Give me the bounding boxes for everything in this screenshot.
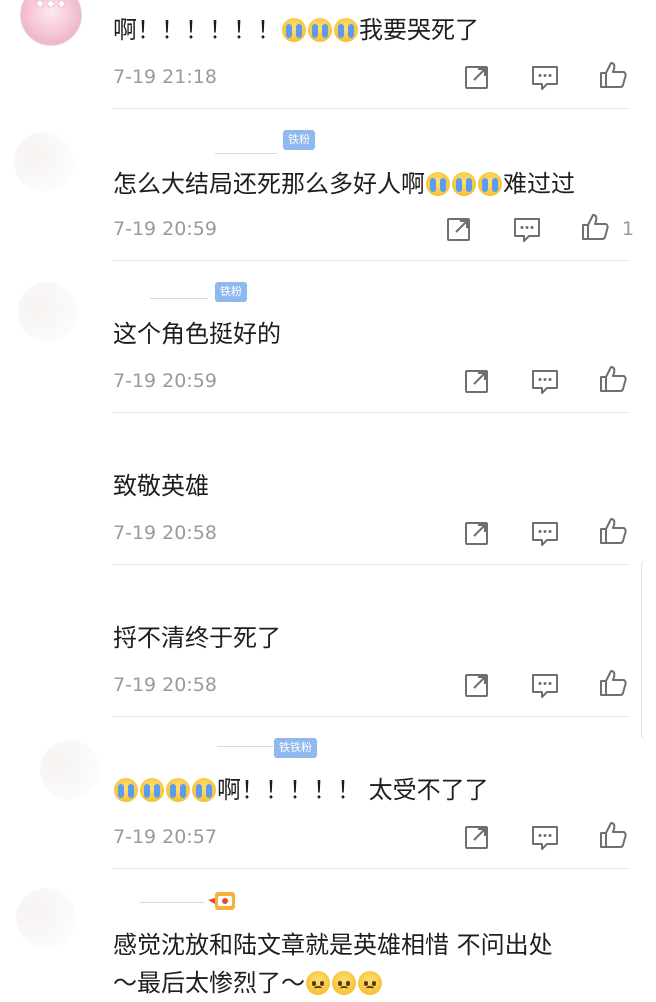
reply-button[interactable] [530,518,560,548]
share-button[interactable] [462,822,492,852]
like-button[interactable] [580,212,610,242]
fan-badge: 铁粉 [215,282,247,302]
comment-text-line: 感觉沈放和陆文章就是英雄相惜 不问出处 [113,931,553,959]
like-button[interactable] [598,820,628,850]
comment-text: 致敬英雄 [113,472,209,500]
fan-badge: 铁铁粉 [274,738,317,758]
like-icon [600,518,627,544]
decoration-sticker-icon [207,888,237,912]
like-icon [600,62,627,88]
share-button[interactable] [444,214,474,244]
scrollbar[interactable] [641,560,656,740]
like-button[interactable] [598,60,628,90]
crying-emoji-icon [426,172,450,196]
share-icon [465,674,488,697]
like-icon [600,670,627,696]
username[interactable] [140,902,204,903]
comment-text: 啊！！！！！ 太受不了了 [113,774,489,806]
reply-button[interactable] [530,62,560,92]
comment-icon [532,522,558,546]
share-button[interactable] [462,518,492,548]
like-icon [582,214,609,240]
comment-text-part: 怎么大结局还死那么多好人啊 [113,170,425,198]
comment-text-part: 啊！！！！！！ [113,16,281,44]
like-button[interactable] [598,364,628,394]
comment-text: 啊！！！！！！ 我要哭死了 [113,14,479,46]
comment-icon [532,66,558,90]
reply-button[interactable] [512,214,542,244]
crying-emoji-icon [334,18,358,42]
avatar[interactable]: ◆ ◆ ◆ [20,0,82,46]
share-icon [465,370,488,393]
sad-emoji-icon [332,971,356,995]
avatar[interactable] [40,740,100,800]
sad-emoji-icon [306,971,330,995]
like-button[interactable] [598,516,628,546]
fan-badge: 铁粉 [283,130,315,150]
comment-time: 7-19 20:59 [113,370,217,392]
badge-sticker-icon [208,892,235,910]
divider [113,260,628,261]
comment-time: 7-19 20:59 [113,218,217,240]
crying-emoji-icon [452,172,476,196]
crying-emoji-icon [114,778,138,802]
sad-emoji-icon [358,971,382,995]
username[interactable] [150,298,208,299]
share-button[interactable] [462,670,492,700]
username[interactable] [217,746,273,747]
reply-button[interactable] [530,822,560,852]
comment-icon [532,370,558,394]
comment-feed: ◆ ◆ ◆ 啊！！！！！！ 我要哭死了 7-19 21:18 铁粉 怎么大结局还死… [0,0,656,1000]
like-icon [600,822,627,848]
share-button[interactable] [462,366,492,396]
like-icon [600,366,627,392]
comment-text: 怎么大结局还死那么多好人啊 难过过 [113,168,575,200]
comment-text-part: 啊！！！！！ 太受不了了 [217,776,489,804]
crying-emoji-icon [282,18,306,42]
divider [113,108,628,109]
reply-button[interactable] [530,366,560,396]
crying-emoji-icon [308,18,332,42]
like-count: 1 [622,218,635,240]
reply-button[interactable] [530,670,560,700]
comment-icon [532,674,558,698]
avatar[interactable] [16,888,76,948]
divider [113,716,628,717]
like-button[interactable] [598,668,628,698]
comment-icon [514,218,540,242]
comment-text-part: ～最后太惨烈了～ [113,969,305,997]
comment-text: 感觉沈放和陆文章就是英雄相惜 不问出处 ～最后太惨烈了～ [113,926,633,1002]
crying-emoji-icon [192,778,216,802]
comment-text-part: 难过过 [503,170,575,198]
comment-time: 7-19 21:18 [113,66,217,88]
username[interactable] [215,153,277,154]
avatar-decoration: ◆ ◆ ◆ [36,0,66,9]
comment-text: 捋不清终于死了 [113,624,281,652]
crying-emoji-icon [166,778,190,802]
share-icon [465,826,488,849]
comment-text-part: 我要哭死了 [359,16,479,44]
share-icon [465,522,488,545]
divider [113,564,628,565]
crying-emoji-icon [478,172,502,196]
share-icon [465,66,488,89]
comment-time: 7-19 20:58 [113,674,217,696]
avatar[interactable] [18,282,78,342]
divider [113,412,628,413]
crying-emoji-icon [140,778,164,802]
divider [113,868,628,869]
comment-text-line: ～最后太惨烈了～ [113,964,633,1002]
share-button[interactable] [462,62,492,92]
comment-time: 7-19 20:57 [113,826,217,848]
avatar[interactable] [14,132,74,192]
share-icon [447,218,470,241]
comment-time: 7-19 20:58 [113,522,217,544]
comment-icon [532,826,558,850]
comment-text: 这个角色挺好的 [113,320,281,348]
